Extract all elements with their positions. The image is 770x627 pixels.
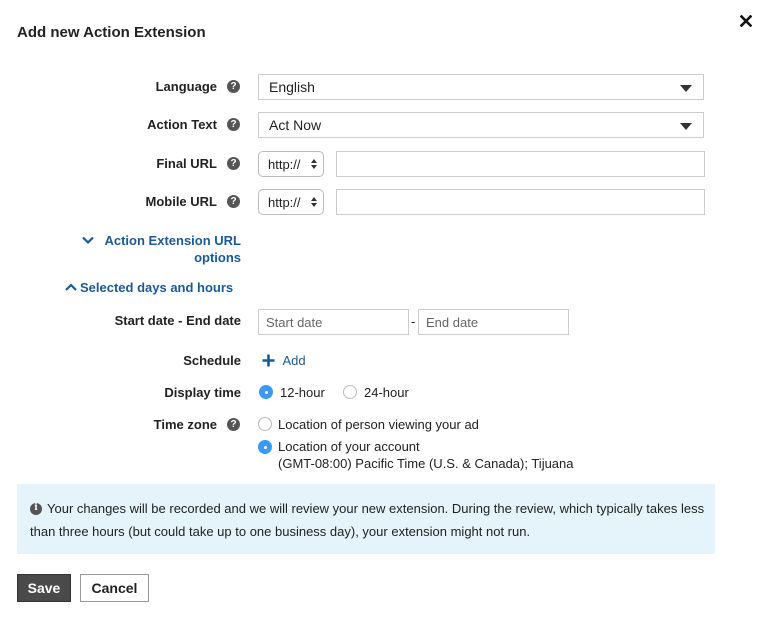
- date-range-row: Start date - End date Start date - End d…: [0, 309, 770, 335]
- language-label: Language: [155, 79, 217, 94]
- schedule-label: Schedule: [183, 353, 241, 368]
- mobile-url-row: Mobile URL ? http://: [0, 189, 770, 215]
- review-notice: i Your changes will be recorded and we wi…: [17, 484, 715, 554]
- dialog-title: Add new Action Extension: [17, 24, 206, 41]
- updown-arrows-icon: [311, 159, 317, 169]
- final-url-protocol-value: http://: [268, 156, 301, 172]
- chevron-up-icon: [65, 283, 77, 291]
- radio-account-location[interactable]: [258, 440, 272, 454]
- chevron-down-icon: [82, 236, 94, 245]
- language-select[interactable]: English: [258, 74, 704, 100]
- url-options-label-line2: options: [194, 250, 241, 265]
- radio-12-hour[interactable]: [259, 385, 273, 399]
- start-date-input[interactable]: Start date: [258, 309, 409, 335]
- end-date-input[interactable]: End date: [418, 309, 569, 335]
- schedule-row: Schedule Add: [0, 351, 770, 371]
- time-zone-row: Time zone ? Location of person viewing y…: [0, 415, 770, 475]
- date-separator: -: [411, 314, 416, 329]
- plus-icon: [262, 354, 275, 367]
- radio-account-location-label: Location of your account: [278, 439, 420, 454]
- final-url-row: Final URL ? http://: [0, 151, 770, 177]
- url-options-toggle[interactable]: Action Extension URL options: [80, 232, 241, 266]
- radio-24-hour-label: 24-hour: [364, 385, 409, 400]
- final-url-label: Final URL: [156, 156, 217, 171]
- time-zone-label: Time zone: [153, 417, 217, 432]
- save-button[interactable]: Save: [17, 574, 71, 602]
- url-options-label-line1: Action Extension URL: [104, 233, 241, 248]
- mobile-url-protocol-select[interactable]: http://: [258, 189, 324, 215]
- question-circle-icon[interactable]: ?: [227, 418, 240, 431]
- question-circle-icon[interactable]: ?: [227, 157, 240, 170]
- add-schedule-label: Add: [282, 353, 306, 368]
- add-schedule-button[interactable]: Add: [262, 352, 306, 370]
- question-circle-icon[interactable]: ?: [227, 118, 240, 131]
- review-notice-body: i Your changes will be recorded and we wi…: [30, 497, 710, 543]
- radio-12-hour-label: 12-hour: [280, 385, 325, 400]
- action-text-label: Action Text: [147, 117, 217, 132]
- radio-viewer-location[interactable]: [258, 417, 272, 431]
- language-row: Language ? English: [0, 74, 770, 100]
- close-icon: [740, 15, 752, 27]
- display-time-row: Display time 12-hour 24-hour: [0, 383, 770, 403]
- final-url-input[interactable]: [336, 151, 705, 177]
- date-range-label: Start date - End date: [114, 313, 241, 328]
- radio-viewer-location-label: Location of person viewing your ad: [278, 417, 479, 432]
- action-text-row: Action Text ? Act Now: [0, 112, 770, 138]
- close-button[interactable]: [737, 12, 755, 30]
- language-value: English: [269, 79, 315, 95]
- mobile-url-protocol-value: http://: [268, 194, 301, 210]
- mobile-url-label: Mobile URL: [145, 194, 218, 209]
- question-circle-icon[interactable]: ?: [227, 195, 240, 208]
- account-time-zone-value: (GMT-08:00) Pacific Time (U.S. & Canada)…: [278, 456, 574, 471]
- review-notice-text: Your changes will be recorded and we wil…: [30, 501, 705, 539]
- question-circle-icon[interactable]: ?: [227, 80, 240, 93]
- mobile-url-input[interactable]: [336, 189, 705, 215]
- updown-arrows-icon: [311, 197, 317, 207]
- days-hours-toggle[interactable]: Selected days and hours: [65, 280, 233, 295]
- days-hours-label: Selected days and hours: [80, 280, 234, 295]
- cancel-button[interactable]: Cancel: [80, 574, 149, 602]
- caret-down-icon: [680, 85, 692, 92]
- action-text-select[interactable]: Act Now: [258, 112, 704, 138]
- caret-down-icon: [680, 123, 692, 130]
- final-url-protocol-select[interactable]: http://: [258, 151, 324, 177]
- display-time-label: Display time: [164, 385, 241, 400]
- info-icon: i: [30, 502, 42, 515]
- action-text-value: Act Now: [269, 117, 322, 133]
- radio-24-hour[interactable]: [343, 385, 357, 399]
